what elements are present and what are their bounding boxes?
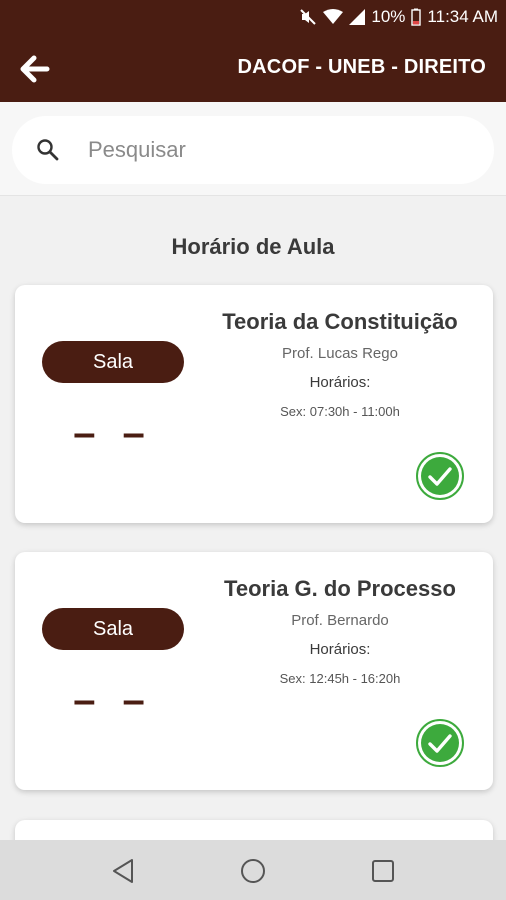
professor-name: Prof. Lucas Rego [282, 345, 398, 362]
check-circle-icon[interactable] [415, 718, 465, 768]
search-icon [37, 139, 59, 161]
battery-percent: 10% [371, 7, 406, 26]
triangle-back-icon [113, 859, 133, 883]
status-time: 11:34 AM [427, 7, 498, 26]
section-title: Horário de Aula [171, 234, 335, 259]
check-circle-icon[interactable] [415, 451, 465, 501]
hours-label: Horários: [309, 374, 371, 391]
search-area [0, 102, 506, 196]
class-card[interactable]: Sala – – Teoria G. do Processo Prof. Ber… [15, 552, 493, 790]
wifi-icon [323, 9, 344, 25]
professor-name: Prof. Bernardo [291, 612, 389, 629]
back-button[interactable] [18, 52, 52, 86]
arrow-left-icon [20, 55, 50, 83]
schedule-text: Sex: 07:30h - 11:00h [280, 404, 400, 419]
search-input[interactable] [88, 134, 468, 166]
circle-home-icon [241, 859, 265, 883]
nav-back-button[interactable] [108, 856, 138, 886]
status-bar: 10% 11:34 AM [0, 0, 506, 34]
room-value: – – [73, 678, 153, 722]
search-box[interactable] [12, 116, 494, 184]
subject-title: Teoria G. do Processo [224, 576, 456, 601]
signal-icon [349, 9, 366, 25]
battery-icon [411, 8, 422, 26]
schedule-text: Sex: 12:45h - 16:20h [279, 671, 401, 686]
subject-title: Teoria da Constituição [222, 309, 458, 334]
square-recents-icon [372, 860, 394, 882]
room-value: – – [73, 411, 153, 455]
nav-recents-button[interactable] [368, 856, 398, 886]
mute-icon [299, 8, 317, 26]
class-card[interactable]: Sala – – Teoria da Constituição Prof. Lu… [15, 285, 493, 523]
hours-label: Horários: [309, 641, 371, 658]
room-badge: Sala [42, 341, 184, 383]
nav-home-button[interactable] [238, 856, 268, 886]
app-title: DACOF - UNEB - DIREITO [237, 56, 486, 78]
room-badge: Sala [42, 608, 184, 650]
system-nav-bar [0, 840, 506, 900]
app-bar: DACOF - UNEB - DIREITO [0, 34, 506, 102]
